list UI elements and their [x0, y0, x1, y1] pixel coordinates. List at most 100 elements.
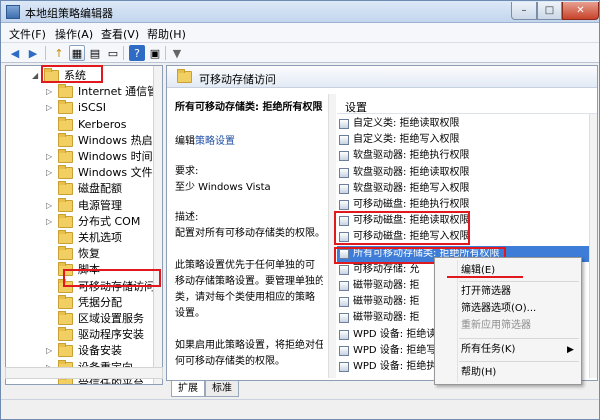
close-button[interactable]: ✕ [562, 2, 599, 20]
tree-expander-icon[interactable]: ▷ [46, 169, 54, 177]
folder-icon [58, 181, 73, 196]
setting-row-label: 自定义类: 拒绝读取权限 [353, 118, 460, 129]
edit-policy-link[interactable]: 策略设置 [195, 136, 235, 147]
setting-row-label: 可移动磁盘: 拒绝读取权限 [353, 215, 470, 227]
tree-item-label: 凭据分配 [78, 295, 122, 309]
setting-row-label: 磁带驱动器: 拒 [353, 312, 420, 324]
tree-item-label: Internet 通信管 [78, 85, 159, 99]
setting-row-label: 软盘驱动器: 拒绝写入权限 [353, 182, 470, 194]
policy-setting-icon [339, 362, 349, 372]
menu-action[interactable]: 操作(A) [55, 26, 93, 42]
tab-standard[interactable]: 标准 [205, 381, 239, 397]
folder-icon [58, 262, 73, 277]
tree-vertical-scrollbar[interactable] [153, 66, 162, 384]
policy-setting-icon [339, 135, 349, 146]
tree-item-label: Windows 时间 [78, 150, 153, 163]
setting-row-label: 软盘驱动器: 拒绝执行权限 [353, 150, 470, 162]
edit-prefix: 编辑 [175, 136, 195, 147]
view-tabs: 扩展 标准 [167, 381, 367, 397]
context-open-filter[interactable]: 打开筛选器 [461, 284, 511, 300]
requirements-label: 要求: [175, 166, 199, 177]
tree-expander-icon[interactable]: ▷ [46, 347, 54, 355]
context-separator [459, 361, 579, 362]
maximize-button[interactable]: □ [537, 2, 562, 20]
description-text: 此策略设置优先于任何单独的可 [175, 260, 315, 271]
tree-expander-icon[interactable] [46, 315, 54, 323]
context-reapply-filter: 重新应用筛选器 [461, 320, 531, 331]
tree-expander-icon[interactable] [46, 137, 54, 145]
app-icon [6, 5, 20, 19]
context-filter-options[interactable]: 筛选器选项(O)... [461, 301, 536, 317]
tree-expander-icon[interactable] [46, 283, 54, 291]
tree-expander-icon[interactable] [46, 121, 54, 129]
context-all-tasks[interactable]: 所有任务(K) [461, 342, 515, 358]
setting-row[interactable]: 软盘驱动器: 拒绝写入权限 [337, 181, 597, 197]
tree-expander-icon[interactable] [46, 380, 54, 384]
setting-row[interactable]: 自定义类: 拒绝读取权限 [337, 116, 597, 132]
description-scrollbar[interactable] [328, 94, 336, 378]
setting-row-label: 磁带驱动器: 拒 [353, 296, 420, 308]
edit-policy-line: 编辑策略设置 [175, 134, 235, 150]
policy-setting-icon [339, 297, 349, 308]
folder-icon [58, 165, 73, 180]
tab-extended[interactable]: 扩展 [171, 381, 205, 397]
menu-file[interactable]: 文件(F) [9, 26, 46, 42]
tree-expander-icon[interactable] [46, 331, 54, 339]
setting-row-label: 磁带驱动器: 拒 [353, 280, 420, 291]
tree-expander-icon[interactable] [46, 266, 54, 274]
setting-row[interactable]: 软盘驱动器: 拒绝执行权限 [337, 148, 597, 164]
folder-icon [177, 69, 192, 83]
setting-row[interactable]: 软盘驱动器: 拒绝读取权限 [337, 165, 597, 181]
tree-expander-icon[interactable]: ▷ [46, 217, 54, 226]
menu-view[interactable]: 查看(V) [101, 26, 139, 42]
folder-icon [58, 294, 73, 309]
tree-pane: ◢ 系统 ▷ Internet 通信管 ▷ iSCSI Kerberos Windows 热启… [5, 65, 163, 385]
folder-icon [58, 278, 73, 293]
tree-item-label: 系统 [64, 69, 86, 82]
window-title: 本地组策略编辑器 [25, 7, 113, 20]
minimize-button[interactable]: – [511, 2, 537, 20]
tree-expander-icon[interactable]: ▷ [46, 153, 54, 161]
tree-expander-icon[interactable]: ◢ [32, 72, 40, 80]
tree-item-label: 可移动存储访问 [78, 279, 155, 293]
tree-item-label: iSCSI [78, 101, 106, 115]
tree-item-label: 恢复 [78, 247, 100, 261]
setting-row-label: 软盘驱动器: 拒绝读取权限 [353, 166, 470, 178]
tree-expander-icon[interactable] [46, 185, 54, 193]
policy-setting-icon [339, 281, 349, 291]
tree-expander-icon[interactable]: ▷ [46, 201, 54, 210]
tree-expander-icon[interactable]: ▷ [46, 88, 54, 96]
policy-setting-icon [339, 264, 349, 275]
menu-help[interactable]: 帮助(H) [147, 26, 186, 42]
settings-column-header[interactable]: 设置 [337, 96, 597, 114]
toolbar-separator [45, 46, 46, 60]
description-text: 配置对所有可移动存储类的权限。 [175, 228, 323, 239]
setting-row[interactable]: 可移动磁盘: 拒绝写入权限 [337, 229, 597, 245]
setting-row[interactable]: 可移动磁盘: 拒绝读取权限 [337, 213, 597, 229]
back-icon[interactable]: ◀ [7, 45, 23, 61]
tree-horizontal-scrollbar[interactable] [5, 367, 163, 379]
tree-expander-icon[interactable] [46, 234, 54, 242]
help-icon[interactable]: ? [129, 45, 145, 61]
tree-item-label: Kerberos [78, 117, 127, 131]
setting-row[interactable]: 自定义类: 拒绝写入权限 [337, 132, 597, 148]
tree-expander-icon[interactable] [46, 299, 54, 307]
folder-icon [58, 213, 73, 228]
policy-setting-icon [339, 345, 349, 356]
policy-setting-icon [339, 232, 349, 243]
settings-list-scrollbar[interactable] [589, 114, 597, 378]
export-list-icon[interactable]: ▭ [105, 45, 121, 61]
setting-row-label: 可移动存储: 允 [353, 263, 420, 275]
up-folder-icon[interactable]: ↑ [51, 45, 67, 61]
properties-icon[interactable]: ▤ [87, 45, 103, 61]
show-tree-icon[interactable]: ▦ [69, 45, 85, 61]
description-text: 设置。 [175, 308, 205, 319]
tree-expander-icon[interactable]: ▷ [46, 104, 54, 112]
context-help[interactable]: 帮助(H) [461, 365, 496, 381]
setting-row[interactable]: 可移动磁盘: 拒绝执行权限 [337, 197, 597, 213]
view-icon[interactable]: ▣ [147, 45, 163, 61]
tree-expander-icon[interactable] [46, 250, 54, 258]
title-bar: 本地组策略编辑器 – □ ✕ [1, 1, 599, 23]
forward-icon[interactable]: ▶ [25, 45, 41, 61]
filter-icon[interactable]: ▼ [169, 45, 185, 61]
